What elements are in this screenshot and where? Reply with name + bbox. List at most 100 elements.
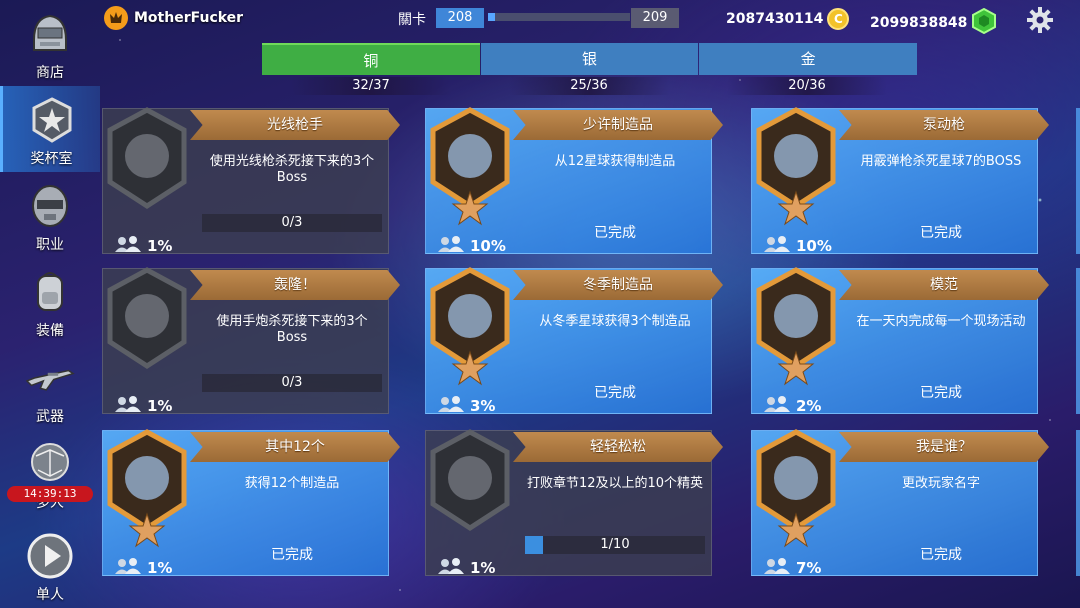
player-share-percent: 1% — [147, 397, 173, 415]
achievement-progress-text: 0/3 — [281, 375, 303, 390]
achievement-card[interactable]: 模范 在一天内完成每一个现场活动 已完成 2% — [751, 267, 1049, 416]
next-column-edge — [1076, 268, 1080, 414]
tier-count-silver: 25/36 — [509, 77, 669, 95]
star-shield-icon — [26, 94, 78, 146]
achievement-description: 打败章节12及以上的10个精英 — [526, 476, 704, 491]
tier-tabs: 铜 银 金 — [262, 43, 918, 75]
tab-silver[interactable]: 银 — [480, 43, 699, 75]
ray-gun-icon — [104, 104, 190, 224]
sidebar-item-trophy-room[interactable]: 奖杯室 — [0, 86, 100, 172]
achievement-card[interactable]: 轰隆！ 使用手炮杀死接下来的3个Boss 0/3 1% — [102, 267, 400, 416]
achievement-card[interactable]: 轻轻松松打败章节12及以上的10个精英 1/10 1% — [425, 429, 723, 578]
achievement-card[interactable]: 其中12个获得12个制造品 已完成 1% — [102, 429, 400, 578]
achievement-progress-text: 1/10 — [600, 537, 630, 552]
hand-cannon-icon — [104, 264, 190, 384]
player-share: 1% — [114, 396, 172, 416]
player-share: 10% — [763, 236, 832, 256]
achievement-description: 在一天内完成每一个现场活动 — [856, 314, 1026, 329]
achievement-progress-bar: 0/3 — [202, 374, 382, 392]
sidebar-item-label: 职业 — [36, 237, 64, 253]
player-share-percent: 1% — [147, 559, 173, 577]
player-share: 1% — [114, 558, 172, 578]
people-icon — [763, 558, 793, 578]
achievement-card[interactable]: 我是谁？ 更改玩家名字 已完成 7% — [751, 429, 1049, 578]
gem-amount: 2099838848 — [870, 15, 968, 31]
achievement-card[interactable]: 冬季制造品 从冬季星球获得3个制造品 已完成 3% — [425, 267, 723, 416]
level-progress-bar — [488, 13, 630, 21]
achievement-title: 光线枪手 — [190, 110, 400, 140]
player-share: 1% — [437, 558, 495, 578]
sidebar-item-gear[interactable]: 装備 — [0, 258, 100, 344]
next-column-edge — [1076, 430, 1080, 576]
player-info[interactable]: MotherFucker — [104, 6, 243, 30]
backpack-icon — [24, 266, 76, 318]
sidebar-item-weapons[interactable]: 武器 — [0, 344, 100, 430]
achievement-title: 少许制造品 — [513, 110, 723, 140]
gem-balance[interactable]: 2099838848 — [870, 7, 997, 38]
achievement-title: 轻轻松松 — [513, 432, 723, 462]
settings-gear-icon[interactable] — [1026, 6, 1054, 34]
sidebar-item-shop[interactable]: 商店 — [0, 0, 100, 86]
achievement-description: 更改玩家名字 — [901, 476, 980, 491]
level-current: 208 — [436, 8, 484, 28]
skull-icon — [427, 426, 513, 546]
winter-crate-icon — [427, 264, 513, 386]
sidebar: 商店 奖杯室 职业 装備 武器 多人 14:39:13 单人 — [0, 0, 100, 608]
player-share-percent: 1% — [470, 559, 496, 577]
level-next: 209 — [631, 8, 679, 28]
robot-head-icon — [753, 426, 839, 548]
achievement-progress-fill — [525, 536, 543, 554]
achievement-title: 其中12个 — [190, 432, 400, 462]
achievement-description: 从冬季星球获得3个制造品 — [539, 314, 691, 329]
achievement-progress-bar: 0/3 — [202, 214, 382, 232]
tab-copper[interactable]: 铜 — [262, 43, 480, 75]
people-icon — [437, 396, 467, 416]
people-icon — [114, 558, 144, 578]
player-share: 1% — [114, 236, 172, 256]
achievement-description: 获得12个制造品 — [244, 476, 340, 491]
robot-helmet-icon — [24, 180, 76, 232]
globe-icon — [753, 264, 839, 386]
people-icon — [763, 396, 793, 416]
people-icon — [114, 236, 144, 256]
sidebar-item-single-player[interactable]: 单人 — [0, 516, 100, 608]
crate-stack-icon — [104, 426, 190, 548]
achievement-card[interactable]: 光线枪手 使用光线枪杀死接下来的3个Boss 0/3 1% — [102, 107, 400, 256]
player-share-percent: 10% — [470, 237, 506, 255]
sidebar-item-class[interactable]: 职业 — [0, 172, 100, 258]
achievement-title: 轰隆！ — [190, 270, 400, 300]
achievement-status: 已完成 — [271, 547, 313, 563]
sidebar-item-label: 奖杯室 — [30, 151, 73, 167]
globe-network-icon — [24, 438, 76, 490]
achievement-progress-bar: 1/10 — [525, 536, 705, 554]
sidebar-item-label: 商店 — [36, 65, 64, 81]
people-icon — [763, 236, 793, 256]
multiplayer-timer-badge: 14:39:13 — [7, 486, 93, 502]
coin-balance[interactable]: 2087430114 C — [726, 8, 850, 30]
achievement-card[interactable]: 泵动枪 用霰弹枪杀死星球7的BOSS 已完成 10% — [751, 107, 1049, 256]
achievement-card[interactable]: 少许制造品 从12星球获得制造品 已完成 10% — [425, 107, 723, 256]
next-column-edge — [1076, 108, 1080, 254]
player-share-percent: 3% — [470, 397, 496, 415]
people-icon — [437, 236, 467, 256]
play-icon — [24, 530, 76, 582]
tab-gold[interactable]: 金 — [699, 43, 918, 75]
tier-count-copper: 32/37 — [291, 77, 451, 95]
achievement-description: 使用手炮杀死接下来的3个Boss — [216, 314, 368, 345]
achievement-title: 冬季制造品 — [513, 270, 723, 300]
player-share-percent: 7% — [796, 559, 822, 577]
gem-icon — [971, 7, 997, 38]
player-share: 10% — [437, 236, 506, 256]
planet-crate-icon — [427, 104, 513, 226]
player-share-percent: 2% — [796, 397, 822, 415]
achievement-title: 泵动枪 — [839, 110, 1049, 140]
pump-gun-icon — [753, 104, 839, 226]
player-name: MotherFucker — [134, 10, 244, 26]
sidebar-item-label: 装備 — [36, 323, 64, 339]
sidebar-item-multiplayer[interactable]: 多人 — [0, 430, 100, 516]
coin-icon: C — [827, 8, 850, 30]
level-progress-fill — [488, 13, 496, 21]
helmet-shop-icon — [24, 8, 76, 60]
achievement-status: 已完成 — [594, 225, 636, 241]
tier-count-gold: 20/36 — [727, 77, 887, 95]
